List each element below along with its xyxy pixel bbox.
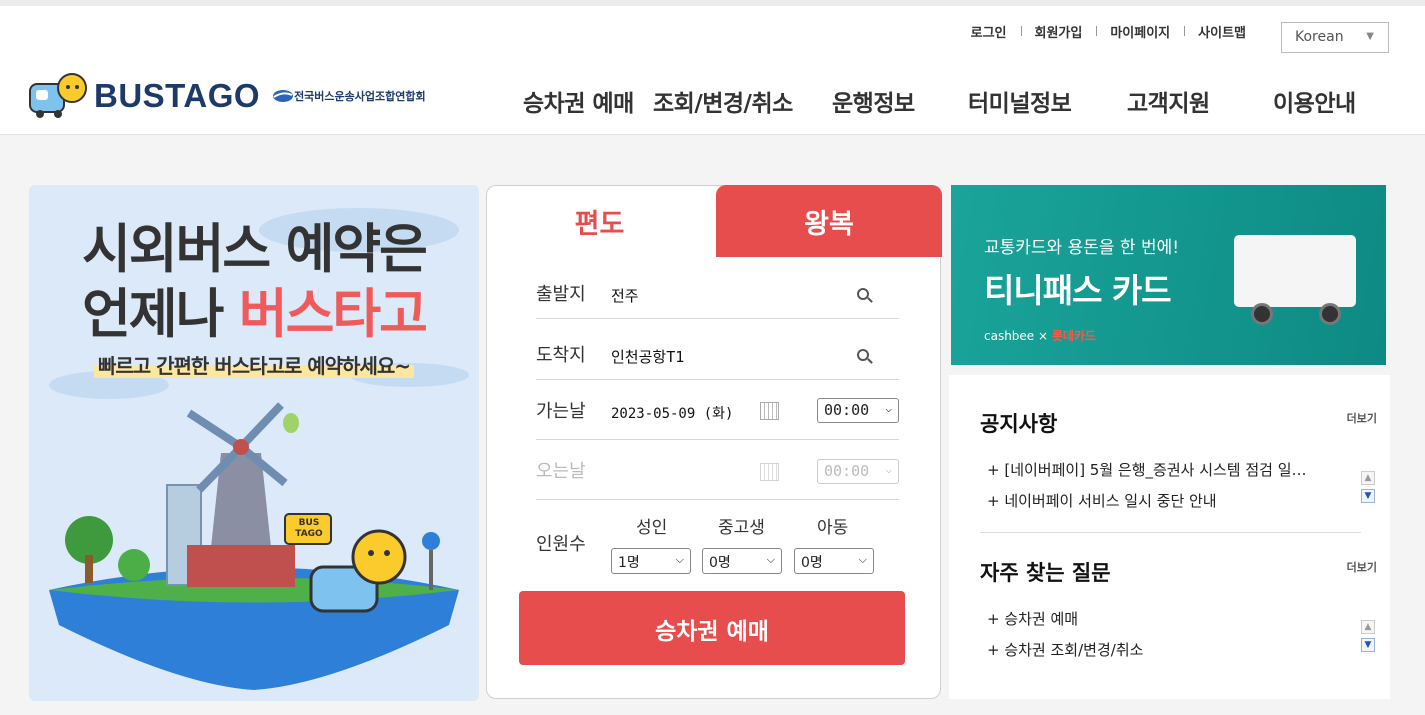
faq-item[interactable]: + 승차권 조회/변경/취소 — [987, 639, 1317, 660]
sitemap-link[interactable]: 사이트맵 — [1184, 22, 1260, 41]
youth-count-select[interactable]: 0명 ⌵ — [702, 548, 782, 574]
nav-terminal[interactable]: 터미널정보 — [968, 84, 1072, 118]
faq-title: 자주 찾는 질문 — [980, 561, 1111, 585]
scroll-up-icon[interactable]: ▲ — [1361, 471, 1375, 485]
board-panel: 공지사항 더보기 + [네이버페이] 5월 은행_증권사 시스템 점검 일정 안… — [949, 375, 1390, 699]
pax-label: 인원수 — [536, 534, 586, 555]
banner-subline: 빠르고 간편한 버스타고로 예약하세요~ — [29, 350, 479, 379]
scroll-up-icon[interactable]: ▲ — [1361, 620, 1375, 634]
bus-tago-sign: BUS TAGO — [295, 518, 323, 539]
calendar-icon[interactable] — [760, 402, 779, 420]
chevron-down-icon: ⌵ — [885, 463, 892, 476]
reservation-form: 편도 왕복 출발지 전주 도착지 인천공항T1 가는날 2023-05-09 (… — [486, 185, 942, 699]
chevron-down-icon: ⌵ — [885, 402, 892, 415]
chevron-down-icon: ⌵ — [766, 553, 775, 566]
divider — [980, 532, 1361, 533]
return-time-select: 00:00 ⌵ — [817, 459, 899, 484]
depart-value[interactable]: 전주 — [611, 285, 639, 306]
faq-more-link[interactable]: 더보기 — [1347, 559, 1377, 575]
ad-brands: cashbee × 롯데카드 — [984, 327, 1096, 344]
notice-title: 공지사항 — [980, 412, 1058, 436]
ad-brand-b: 롯데카드 — [1051, 329, 1097, 343]
nav-operation[interactable]: 운행정보 — [832, 84, 915, 118]
mypage-link[interactable]: 마이페이지 — [1096, 22, 1184, 41]
faq-item[interactable]: + 승차권 예매 — [987, 608, 1317, 629]
arrive-value[interactable]: 인천공항T1 — [611, 346, 684, 367]
utility-links: 로그인 회원가입 마이페이지 사이트맵 — [957, 22, 1260, 41]
wheel-icon — [1251, 303, 1273, 325]
notice-more-link[interactable]: 더보기 — [1347, 410, 1377, 426]
youth-count-value: 0명 — [709, 555, 731, 571]
child-count-select[interactable]: 0명 ⌵ — [794, 548, 874, 574]
depart-row[interactable]: 출발지 전주 — [536, 258, 899, 319]
banner-headline-2a: 언제나 — [82, 284, 239, 345]
pax-adult-label: 성인 — [636, 518, 668, 538]
pax-youth-label: 중고생 — [718, 518, 765, 538]
ad-title: 티니패스 카드 — [984, 271, 1172, 310]
language-select[interactable]: Korean ▼ — [1281, 22, 1389, 53]
arrive-label: 도착지 — [536, 345, 586, 366]
card-ad-banner[interactable]: 교통카드와 용돈을 한 번에! 티니패스 카드 cashbee × 롯데카드 — [951, 185, 1386, 365]
nav-lookup[interactable]: 조회/변경/취소 — [653, 84, 793, 118]
scroll-down-icon[interactable]: ▼ — [1361, 638, 1375, 652]
banner-headline-2: 언제나 버스타고 — [29, 272, 479, 348]
tab-roundtrip[interactable]: 왕복 — [716, 185, 942, 257]
ad-brand-a: cashbee — [984, 329, 1035, 343]
chevron-down-icon: ▼ — [1366, 31, 1374, 42]
language-value: Korean — [1295, 29, 1344, 45]
nav-guide[interactable]: 이용안내 — [1273, 84, 1356, 118]
nav-reserve[interactable]: 승차권 예매 — [523, 84, 634, 118]
adult-count-select[interactable]: 1명 ⌵ — [611, 548, 691, 574]
chevron-down-icon: ⌵ — [858, 553, 867, 566]
reserve-button[interactable]: 승차권 예매 — [519, 591, 905, 665]
banner-subline-text: 빠르고 간편한 버스타고로 예약하세요~ — [93, 354, 415, 378]
scroll-down-icon[interactable]: ▼ — [1361, 489, 1375, 503]
tab-oneway[interactable]: 편도 — [487, 186, 712, 258]
pax-child-label: 아동 — [817, 518, 849, 538]
return-date-label: 오는날 — [536, 461, 586, 482]
go-date-row: 가는날 2023-05-09 (화) 00:00 ⌵ — [536, 379, 899, 440]
depart-label: 출발지 — [536, 284, 586, 305]
notice-item[interactable]: + [네이버페이] 5월 은행_증권사 시스템 점검 일정 안내 — [987, 459, 1317, 480]
nav-support[interactable]: 고객지원 — [1127, 84, 1210, 118]
notice-item[interactable]: + 네이버페이 서비스 일시 중단 안내 — [987, 490, 1317, 511]
go-date-value[interactable]: 2023-05-09 (화) — [611, 403, 733, 423]
child-count-value: 0명 — [801, 555, 823, 571]
login-link[interactable]: 로그인 — [957, 22, 1021, 41]
wheel-icon — [1319, 303, 1341, 325]
adult-count-value: 1명 — [618, 555, 640, 571]
go-time-select[interactable]: 00:00 ⌵ — [817, 398, 899, 423]
ad-brand-sep: × — [1034, 329, 1052, 343]
promo-banner[interactable]: 시외버스 예약은 언제나 버스타고 빠르고 간편한 버스타고로 예약하세요~ B… — [29, 185, 479, 701]
card-image — [1234, 235, 1356, 307]
arrive-row[interactable]: 도착지 인천공항T1 — [536, 319, 899, 380]
signup-link[interactable]: 회원가입 — [1020, 22, 1097, 41]
go-time-value: 00:00 — [824, 401, 870, 419]
chevron-down-icon: ⌵ — [675, 553, 684, 566]
ad-tagline: 교통카드와 용돈을 한 번에! — [984, 238, 1180, 258]
search-icon[interactable] — [857, 288, 869, 300]
return-date-row: 오는날 00:00 ⌵ — [536, 439, 899, 500]
banner-headline-2b: 버스타고 — [238, 284, 428, 345]
site-header: 로그인 회원가입 마이페이지 사이트맵 Korean ▼ BUSTAGO 전국버스… — [0, 0, 1425, 135]
main-nav: 승차권 예매 조회/변경/취소 운행정보 터미널정보 고객지원 이용안내 — [0, 84, 1425, 117]
calendar-icon — [760, 463, 779, 481]
return-time-value: 00:00 — [824, 462, 870, 480]
search-icon[interactable] — [857, 349, 869, 361]
go-date-label: 가는날 — [536, 401, 586, 422]
